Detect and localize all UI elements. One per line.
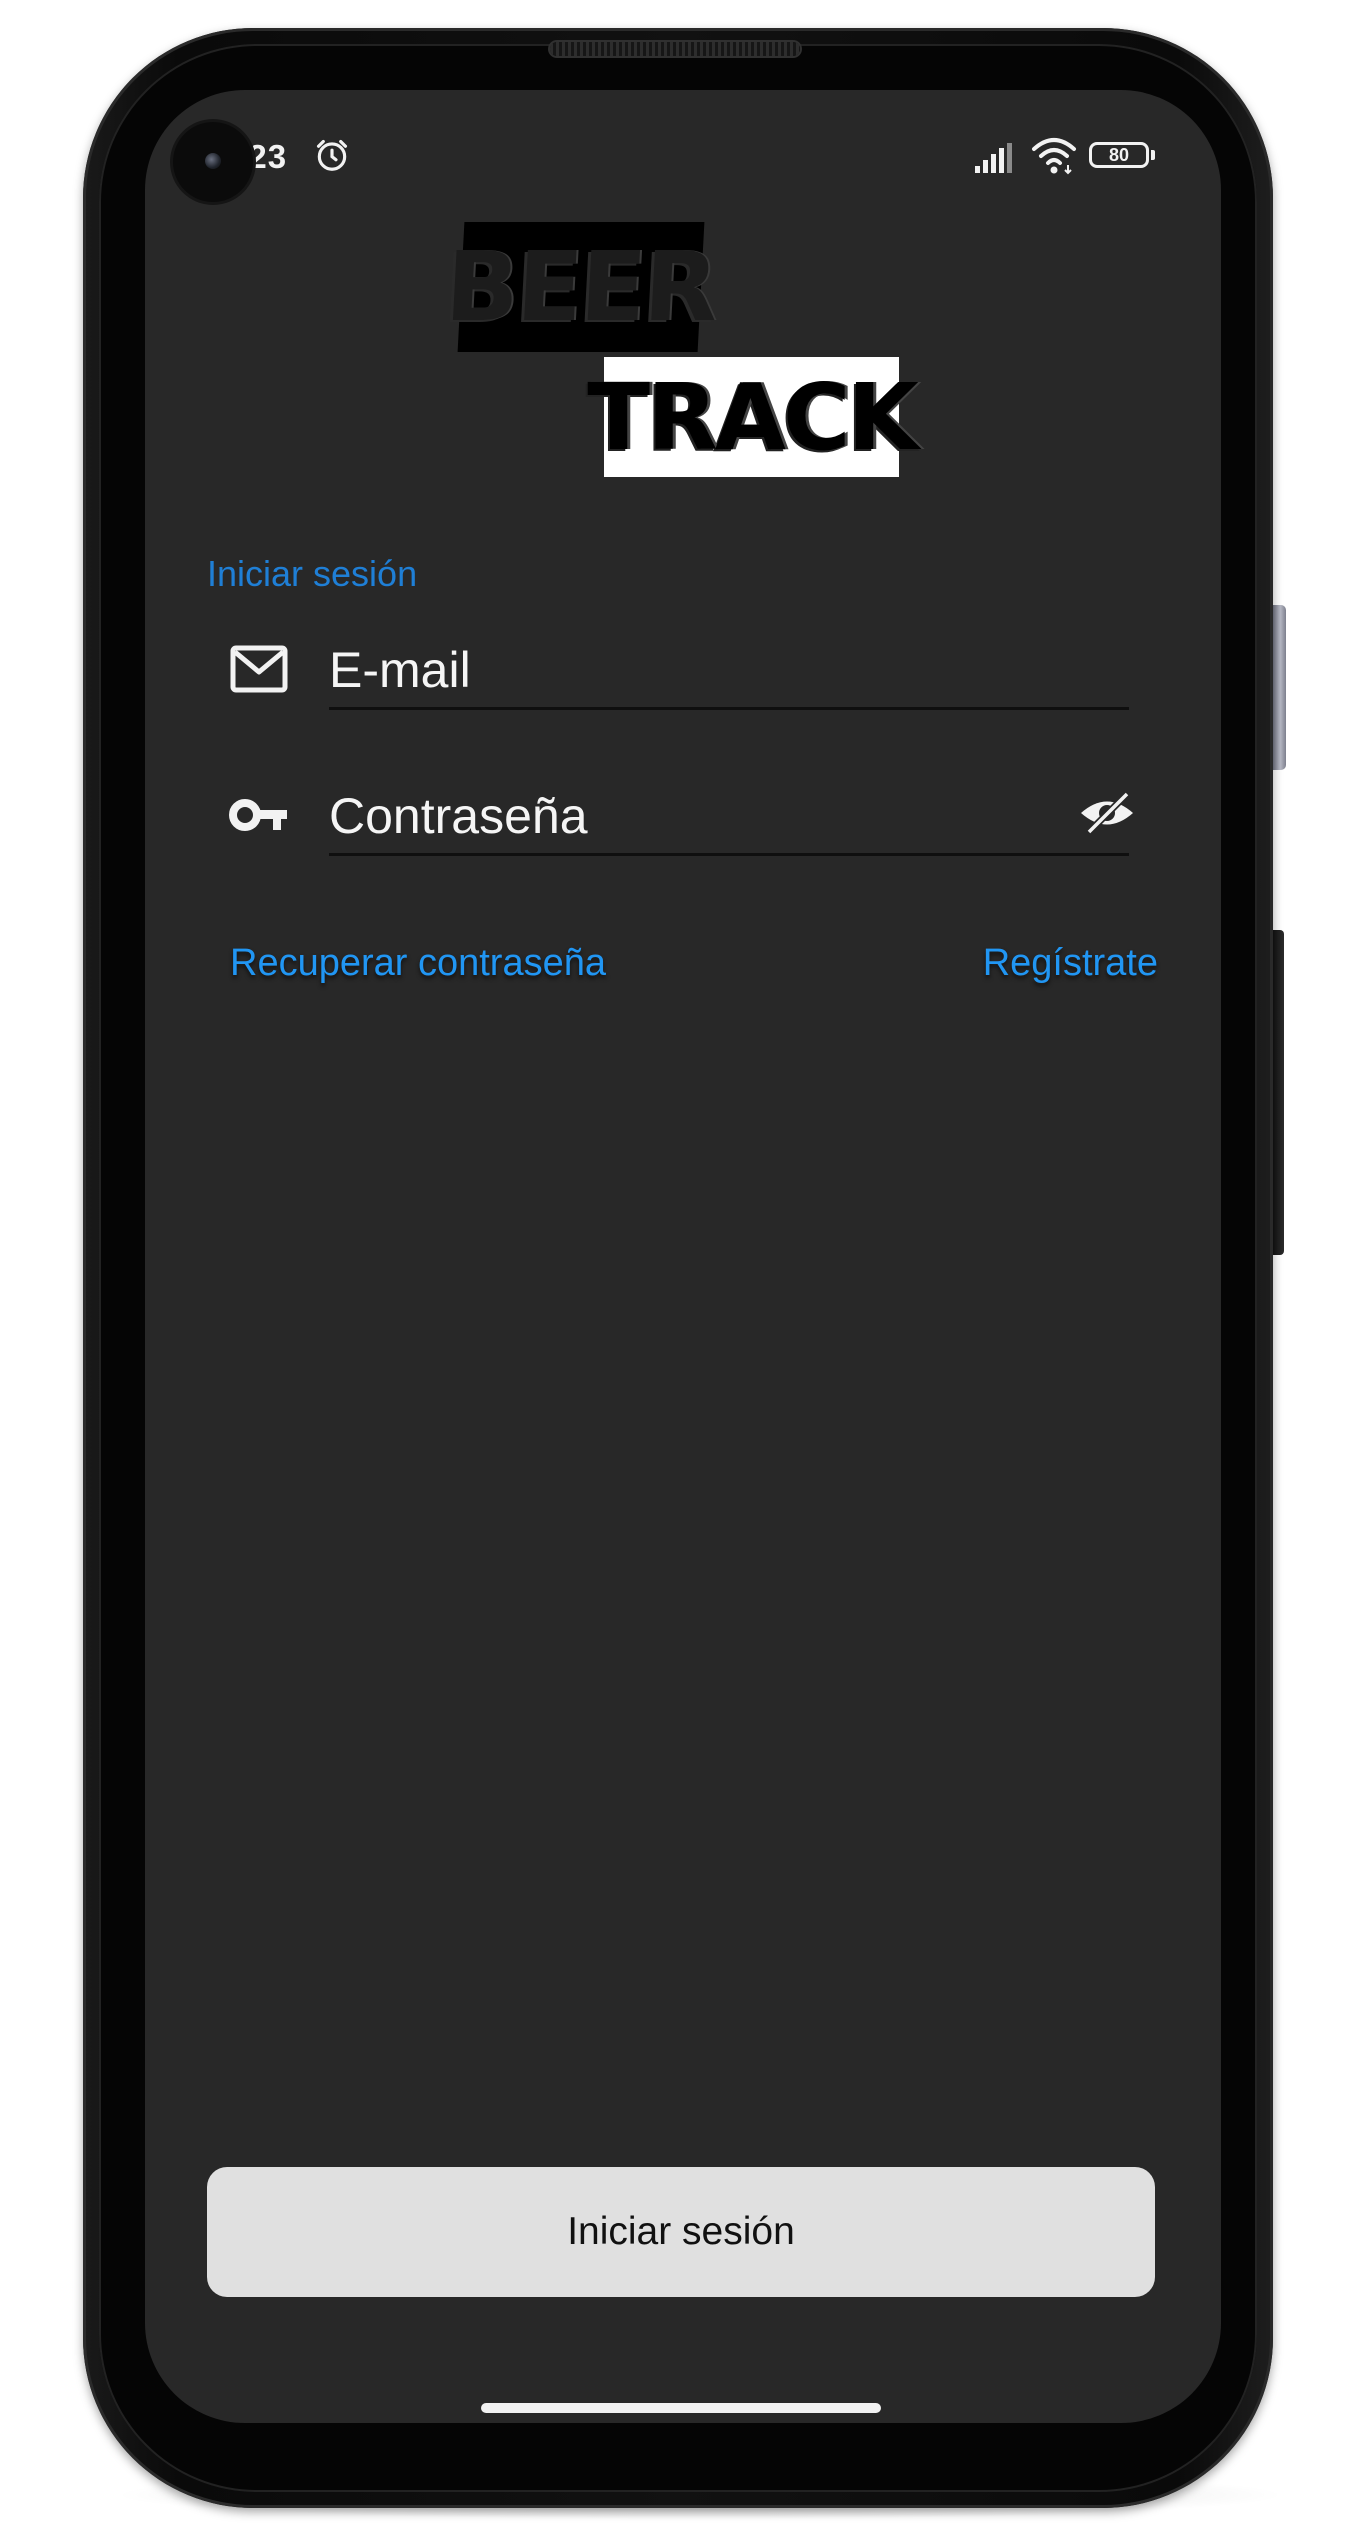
password-input[interactable] [329, 786, 1049, 846]
register-link[interactable]: Regístrate [983, 942, 1158, 985]
eye-off-icon[interactable] [1077, 788, 1137, 838]
cellular-signal-icon [975, 143, 1012, 173]
email-field-row [229, 630, 1149, 710]
earpiece-speaker [550, 42, 800, 56]
email-input[interactable] [329, 640, 1049, 700]
power-button [1272, 930, 1284, 1255]
alarm-clock-icon [316, 139, 348, 171]
login-title: Iniciar sesión [207, 553, 418, 594]
battery-icon: 80 [1089, 142, 1159, 172]
home-indicator[interactable] [481, 2403, 881, 2413]
battery-level: 80 [1089, 142, 1149, 168]
app-screen: 0:23 80 [145, 90, 1221, 2423]
device-mockup: 0:23 80 [0, 0, 1370, 2534]
key-icon [229, 799, 287, 831]
beer-track-logo: BEER TRACK [443, 222, 919, 482]
logo-beer-text: BEER [443, 222, 719, 352]
front-camera [173, 122, 253, 202]
volume-button [1272, 605, 1286, 770]
login-button[interactable]: Iniciar sesión [207, 2167, 1155, 2297]
status-bar: 0:23 80 [145, 120, 1221, 200]
mail-icon [230, 645, 288, 693]
wifi-icon [1032, 138, 1076, 175]
battery-tip [1151, 150, 1155, 160]
recover-password-link[interactable]: Recuperar contraseña [230, 942, 606, 985]
password-field-row [229, 776, 1149, 856]
logo-track-text: TRACK [587, 357, 919, 477]
password-underline [329, 853, 1129, 856]
email-underline [329, 707, 1129, 710]
